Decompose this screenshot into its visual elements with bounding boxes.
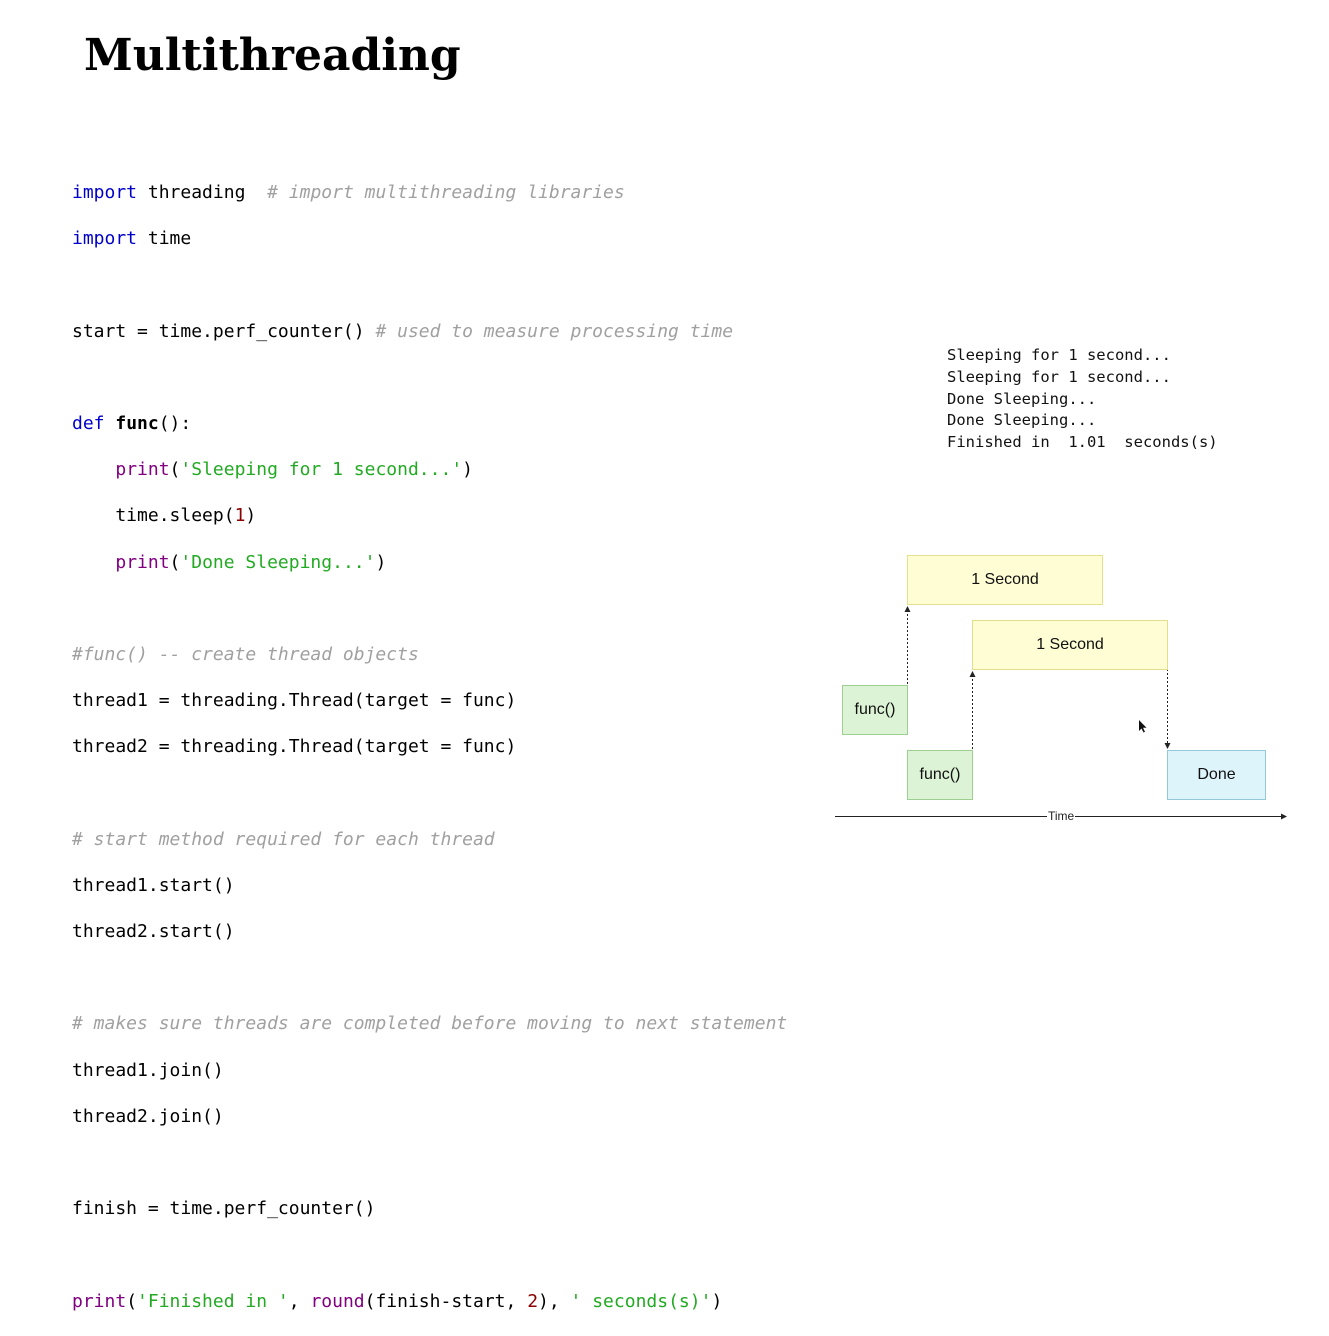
code-text: thread2.start() (72, 921, 235, 943)
one-second-box-2: 1 Second (972, 620, 1168, 670)
code-text: ( (126, 1290, 138, 1312)
builtin: round (310, 1290, 365, 1312)
builtin: print (72, 1290, 127, 1312)
code-line-21: thread2.join() (72, 1105, 787, 1128)
code-text: ) (711, 1290, 723, 1312)
code-line-20: thread1.join() (72, 1059, 787, 1082)
one-second-box-1: 1 Second (907, 555, 1103, 605)
code-text: , (288, 1290, 311, 1312)
code-text: ), (538, 1290, 571, 1312)
time-axis-label: Time (1047, 809, 1076, 823)
number-literal: 2 (527, 1290, 539, 1312)
done-box: Done (1167, 750, 1266, 800)
string-literal: ' seconds(s)' (570, 1290, 712, 1312)
func-box-1: func() (842, 685, 908, 735)
code-text: finish = time.perf_counter() (72, 1198, 376, 1220)
timing-diagram-connectors (835, 606, 1287, 820)
code-text: (finish-start, (364, 1290, 528, 1312)
code-line-23: finish = time.perf_counter() (72, 1197, 787, 1220)
code-line-25: print('Finished in ', round(finish-start… (72, 1290, 787, 1313)
code-line-17: thread2.start() (72, 920, 787, 943)
code-text: thread2.join() (72, 1105, 224, 1127)
func-box-2: func() (907, 750, 973, 800)
string-literal: 'Finished in ' (137, 1290, 289, 1312)
code-text: thread1.join() (72, 1059, 224, 1081)
code-line-19: # makes sure threads are completed befor… (72, 1012, 787, 1035)
code-comment: # makes sure threads are completed befor… (72, 1013, 788, 1035)
cursor-icon (1139, 720, 1147, 733)
